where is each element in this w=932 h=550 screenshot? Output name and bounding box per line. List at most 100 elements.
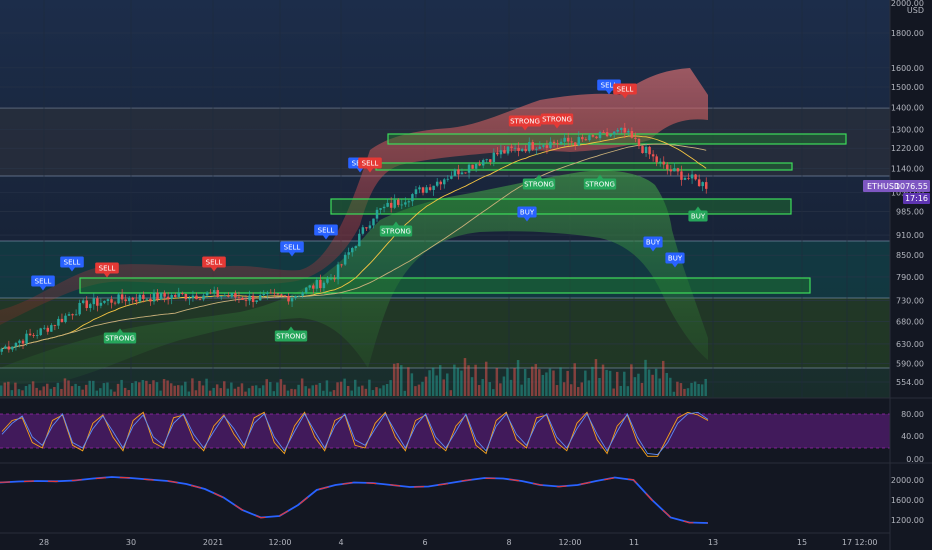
candle-body	[7, 346, 11, 350]
candle-body	[538, 146, 542, 149]
candle-body	[11, 346, 14, 350]
candle-body	[545, 145, 549, 148]
volume-bar	[368, 379, 371, 396]
volume-bar	[17, 389, 21, 396]
signal-tag-label: STRONG	[276, 333, 306, 341]
volume-bar	[286, 390, 290, 396]
candle-body	[428, 187, 432, 190]
volume-bar	[279, 379, 283, 396]
volume-bar	[364, 388, 368, 396]
volume-bar	[541, 374, 545, 396]
candle-body	[499, 150, 503, 155]
volume-bar	[233, 388, 237, 396]
volume-bar	[414, 386, 417, 396]
chart-canvas[interactable]: SELLSELLSELLSELLSELLSELLSELLSELLSTRONGST…	[0, 0, 932, 550]
volume-bar	[223, 381, 226, 396]
volume-bar	[499, 383, 502, 396]
signal-tag-label: STRONG	[542, 116, 572, 124]
volume-bar	[0, 385, 3, 396]
volume-bar	[205, 378, 208, 396]
candle-body	[559, 141, 563, 144]
candle-body	[414, 189, 418, 195]
volume-bar	[555, 385, 559, 396]
candle-body	[135, 299, 138, 302]
volume-bar	[354, 379, 357, 396]
candle-body	[227, 295, 230, 297]
volume-bar	[297, 384, 300, 396]
candle-body	[704, 182, 708, 189]
candle-body	[294, 295, 297, 298]
volume-bar	[676, 381, 679, 396]
volume-bar	[201, 385, 205, 396]
candle-body	[21, 340, 25, 344]
candle-body	[687, 177, 690, 179]
volume-bar	[198, 380, 201, 396]
volume-bar	[509, 379, 513, 396]
candle-body	[32, 335, 35, 336]
candle-body	[170, 294, 173, 299]
candle-body	[612, 131, 616, 135]
volume-bar	[477, 385, 481, 396]
time-tick-label: 13	[708, 538, 718, 547]
candle-body	[609, 134, 612, 137]
candle-body	[230, 292, 234, 297]
candle-body	[354, 246, 358, 249]
candle-body	[375, 209, 379, 219]
candle-body	[460, 172, 464, 175]
candle-body	[173, 294, 177, 297]
volume-bar	[219, 388, 222, 396]
candle-body	[418, 187, 421, 190]
candle-body	[446, 178, 450, 180]
volume-bar	[467, 365, 470, 396]
candle-body	[694, 174, 697, 180]
osc-tick-label: 1200.00	[891, 516, 924, 525]
volume-bar	[492, 389, 495, 396]
volume-bar	[647, 369, 651, 396]
volume-bar	[438, 365, 442, 396]
candle-body	[581, 137, 584, 140]
candle-body	[595, 136, 598, 139]
time-tick-label: 11	[629, 538, 639, 547]
volume-bar	[290, 388, 293, 396]
volume-bar	[269, 382, 272, 396]
volume-bar	[594, 359, 598, 396]
volume-bar	[577, 387, 580, 396]
candle-body	[297, 295, 301, 297]
price-tick-label: 1140.00	[891, 164, 924, 173]
volume-bar	[382, 385, 385, 396]
candle-body	[443, 179, 446, 185]
candle-body	[223, 295, 227, 297]
volume-bar	[134, 381, 137, 396]
volume-bar	[658, 378, 661, 396]
volume-bar	[545, 372, 548, 396]
candle-body	[358, 233, 361, 247]
candle-body	[393, 199, 396, 208]
level-box-1	[387, 133, 847, 145]
candle-body	[0, 348, 4, 352]
volume-bar	[392, 363, 396, 396]
signal-tag-label: SELL	[362, 160, 379, 168]
candle-body	[85, 300, 88, 309]
volume-bar	[548, 368, 552, 396]
candle-body	[439, 181, 442, 185]
candle-body	[563, 137, 566, 142]
candle-body	[99, 302, 103, 306]
volume-bar	[350, 390, 353, 396]
volume-bar	[484, 361, 488, 396]
volume-bar	[191, 378, 194, 396]
signal-tag-label: SELL	[64, 259, 81, 267]
candle-body	[195, 295, 198, 300]
tradingview-chart[interactable]: SELLSELLSELLSELLSELLSELLSELLSELLSTRONGST…	[0, 0, 932, 550]
price-tick-label: 1500.00	[891, 83, 924, 92]
candle-body	[382, 206, 386, 209]
candle-body	[634, 137, 637, 139]
candle-body	[117, 294, 120, 304]
candle-body	[145, 298, 149, 300]
candle-body	[74, 314, 78, 316]
volume-bar	[304, 386, 307, 396]
time-tick-label: 30	[126, 538, 136, 547]
candle-body	[531, 142, 535, 150]
volume-bar	[630, 364, 633, 396]
osc-axis: 2000.00 1600.00 1200.00	[891, 476, 924, 525]
candle-body	[308, 285, 311, 288]
